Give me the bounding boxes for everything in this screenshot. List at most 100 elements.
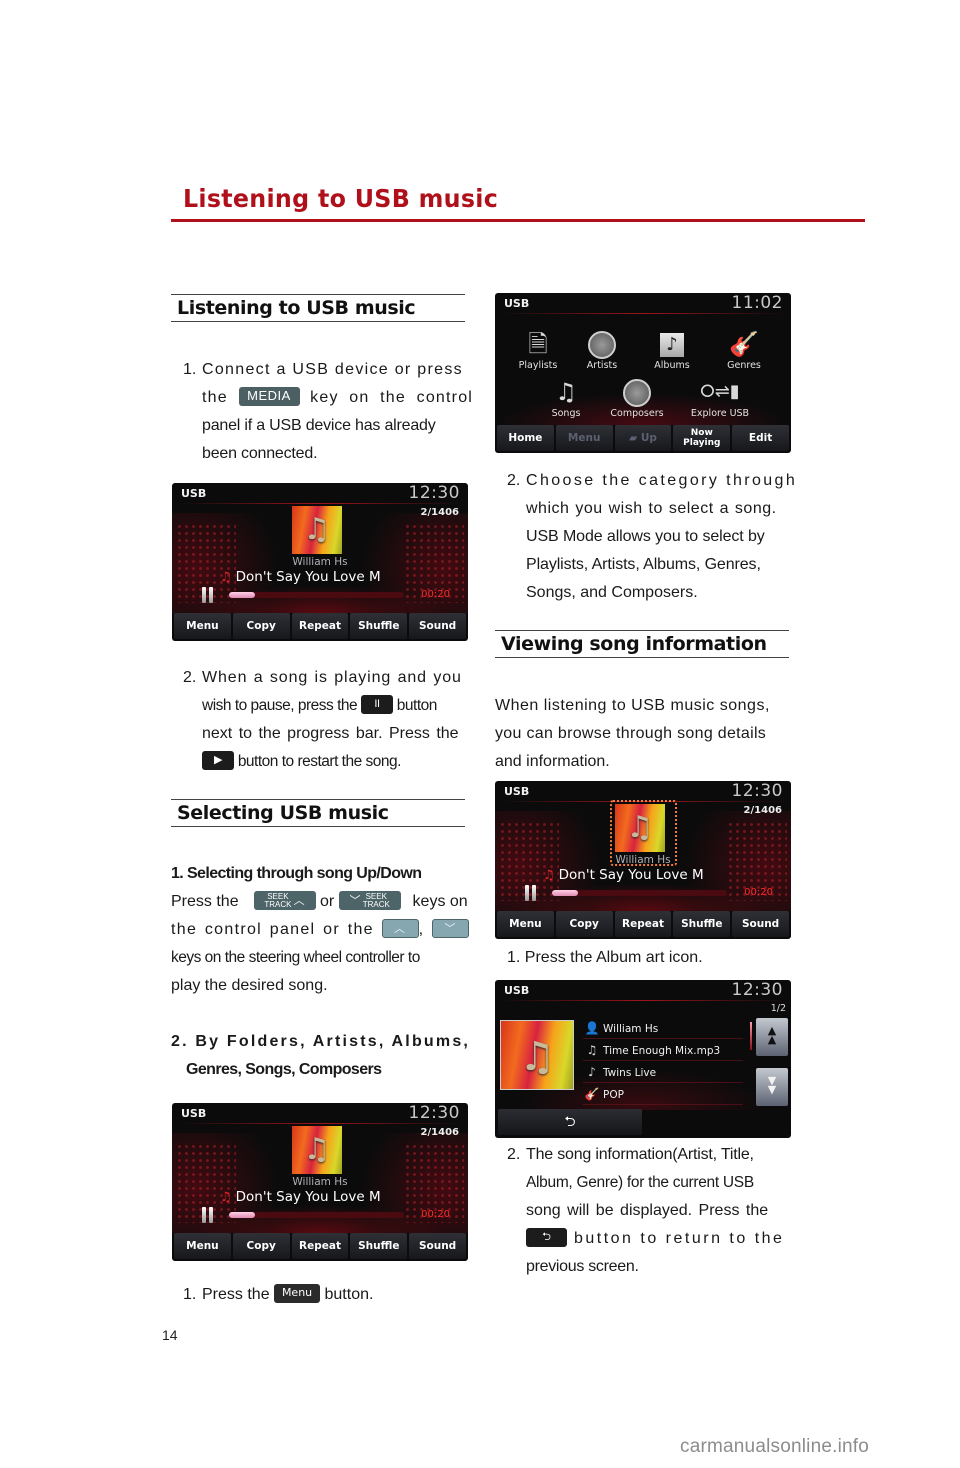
key-label: TRACK [362,900,390,910]
step-press-menu: 1. Press the Menu button. [183,1281,465,1309]
text-line: song will be displayed. Press the [526,1202,769,1219]
up-label: Up [640,432,657,444]
wheel-up-key: ︿ [381,919,419,939]
scroll-down-button[interactable]: ▼ ▼ [756,1068,788,1106]
step-pause-play: 2. When a song is playing and you wish t… [183,664,465,776]
shuffle-button[interactable]: Shuffle [673,911,731,937]
seek-track-up-key: SEEK TRACK ︿ [253,891,316,911]
header-divider [501,1000,785,1001]
text-line: When listening to USB music songs, [495,697,770,714]
progress-fill [229,592,256,598]
text-fragment: button to return to the [573,1230,785,1247]
menu-item-label: Explore USB [690,408,750,419]
elapsed-time: 00:20 [421,589,450,600]
track-counter: 2/1406 [743,805,782,816]
info-row-title: ♫ Time Enough Mix.mp3 [583,1039,743,1061]
menu-item-songs[interactable]: ♫ Songs [531,377,601,419]
wheel-down-key: ﹀ [432,919,470,939]
text-line: Choose the category through [526,472,798,489]
artist-icon: 👤 [584,1021,600,1035]
playlist-icon: 🗎 [528,330,548,358]
text-line: Album, Genre) for the current USB [526,1174,754,1191]
menu-button[interactable]: Menu [174,1233,231,1259]
text-line: Playlists, Artists, Albums, Genres, [526,556,761,573]
menu-item-label: Genres [727,360,761,371]
scrollbar[interactable] [750,1022,752,1050]
text-line: USB Mode allows you to select by [526,528,765,545]
copy-button[interactable]: Copy [232,1233,290,1259]
sound-button[interactable]: Sound [409,1233,466,1259]
edit-button[interactable]: Edit [732,425,789,451]
music-note-icon: ♫ [555,378,577,406]
text-line: next to the progress bar. Press the [202,725,459,742]
clock: 12:30 [408,483,460,503]
scroll-up-button[interactable]: ▲ ▲ [756,1018,788,1056]
text-line: The song information(Artist, Title, [526,1146,754,1163]
text-line: you can browse through song details [495,725,767,742]
song-title: ♫ Don't Say You Love M [220,569,381,585]
menu-button[interactable]: Menu [174,613,231,639]
clock: 12:30 [731,980,783,1000]
menu-item-artists[interactable]: Artists [567,329,637,371]
menu-item-explore-usb[interactable]: ⭘⇌▮ Explore USB [685,377,755,419]
album-art[interactable]: ♫ [292,506,342,554]
text-line: been connected. [202,445,318,462]
music-note-icon: ♫ [303,512,331,547]
now-playing-label: Now Playing [683,428,721,448]
music-note-icon: ♫ [519,1034,555,1080]
music-note-icon: ♫ [586,1043,598,1057]
key-label: TRACK [264,900,292,910]
clock: 12:30 [408,1103,460,1123]
shuffle-button[interactable]: Shuffle [350,1233,408,1259]
pause-button[interactable] [202,1207,214,1223]
menu-item-albums[interactable]: ♪ Albums [637,329,707,371]
step-number: 2. [507,1146,521,1163]
clock: 12:30 [731,781,783,801]
text-line: keys on the steering wheel controller to [171,949,420,966]
text-fragment: button [396,697,438,714]
menu-item-label: Albums [654,360,690,371]
progress-fill [552,890,579,896]
play-key-icon: ▶ [202,751,234,771]
menu-item-composers[interactable]: Composers [602,377,672,419]
source-label: USB [181,487,207,500]
sound-button[interactable]: Sound [732,911,789,937]
pause-button[interactable] [202,587,214,603]
home-button[interactable]: Home [497,425,554,451]
copy-button[interactable]: Copy [232,613,290,639]
chevron-down-icon: ﹀ [349,895,361,908]
progress-bar[interactable] [229,592,404,598]
menu-item-label: Songs [551,408,581,419]
copy-button[interactable]: Copy [555,911,613,937]
menu-button[interactable]: Menu [497,911,554,937]
shuffle-button[interactable]: Shuffle [350,613,408,639]
up-button-disabled[interactable]: ▰ Up [614,425,672,451]
repeat-button[interactable]: Repeat [291,613,349,639]
subheading-by-folders: 2. By Folders, Artists, Albums, [171,1033,471,1050]
text-line: Songs, and Composers. [526,584,698,601]
text-fragment: Press the [171,893,239,910]
song-info-intro: When listening to USB music songs, you c… [495,692,790,776]
repeat-button[interactable]: Repeat [291,1233,349,1259]
menu-item-playlists[interactable]: 🗎 Playlists [503,329,573,371]
pause-button[interactable] [525,885,537,901]
text-line: previous screen. [526,1258,639,1275]
back-button[interactable]: ⮌ [498,1109,642,1135]
section-heading-selecting: Selecting USB music [171,799,465,827]
sound-button[interactable]: Sound [409,613,466,639]
subheading-up-down: 1. Selecting through song Up/Down [171,865,422,882]
progress-bar[interactable] [552,890,727,896]
menu-item-label: Artists [586,360,618,371]
progress-bar[interactable] [229,1212,404,1218]
usb-player-screen: USB 12:30 2/1406 ♫ William Hs ♫ Don't Say… [172,1103,468,1261]
header-divider [178,503,462,504]
text-fragment: the [202,389,228,406]
now-playing-button[interactable]: Now Playing [673,425,731,451]
repeat-button[interactable]: Repeat [614,911,672,937]
album-art[interactable]: ♫ [292,1126,342,1174]
track-counter: 2/1406 [420,507,459,518]
menu-item-genres[interactable]: 🎸 Genres [709,329,779,371]
watermark: carmanualsonline.info [680,1436,870,1457]
player-button-bar: Menu Copy Repeat Shuffle Sound [174,1233,466,1259]
menu-button-disabled[interactable]: Menu [555,425,613,451]
